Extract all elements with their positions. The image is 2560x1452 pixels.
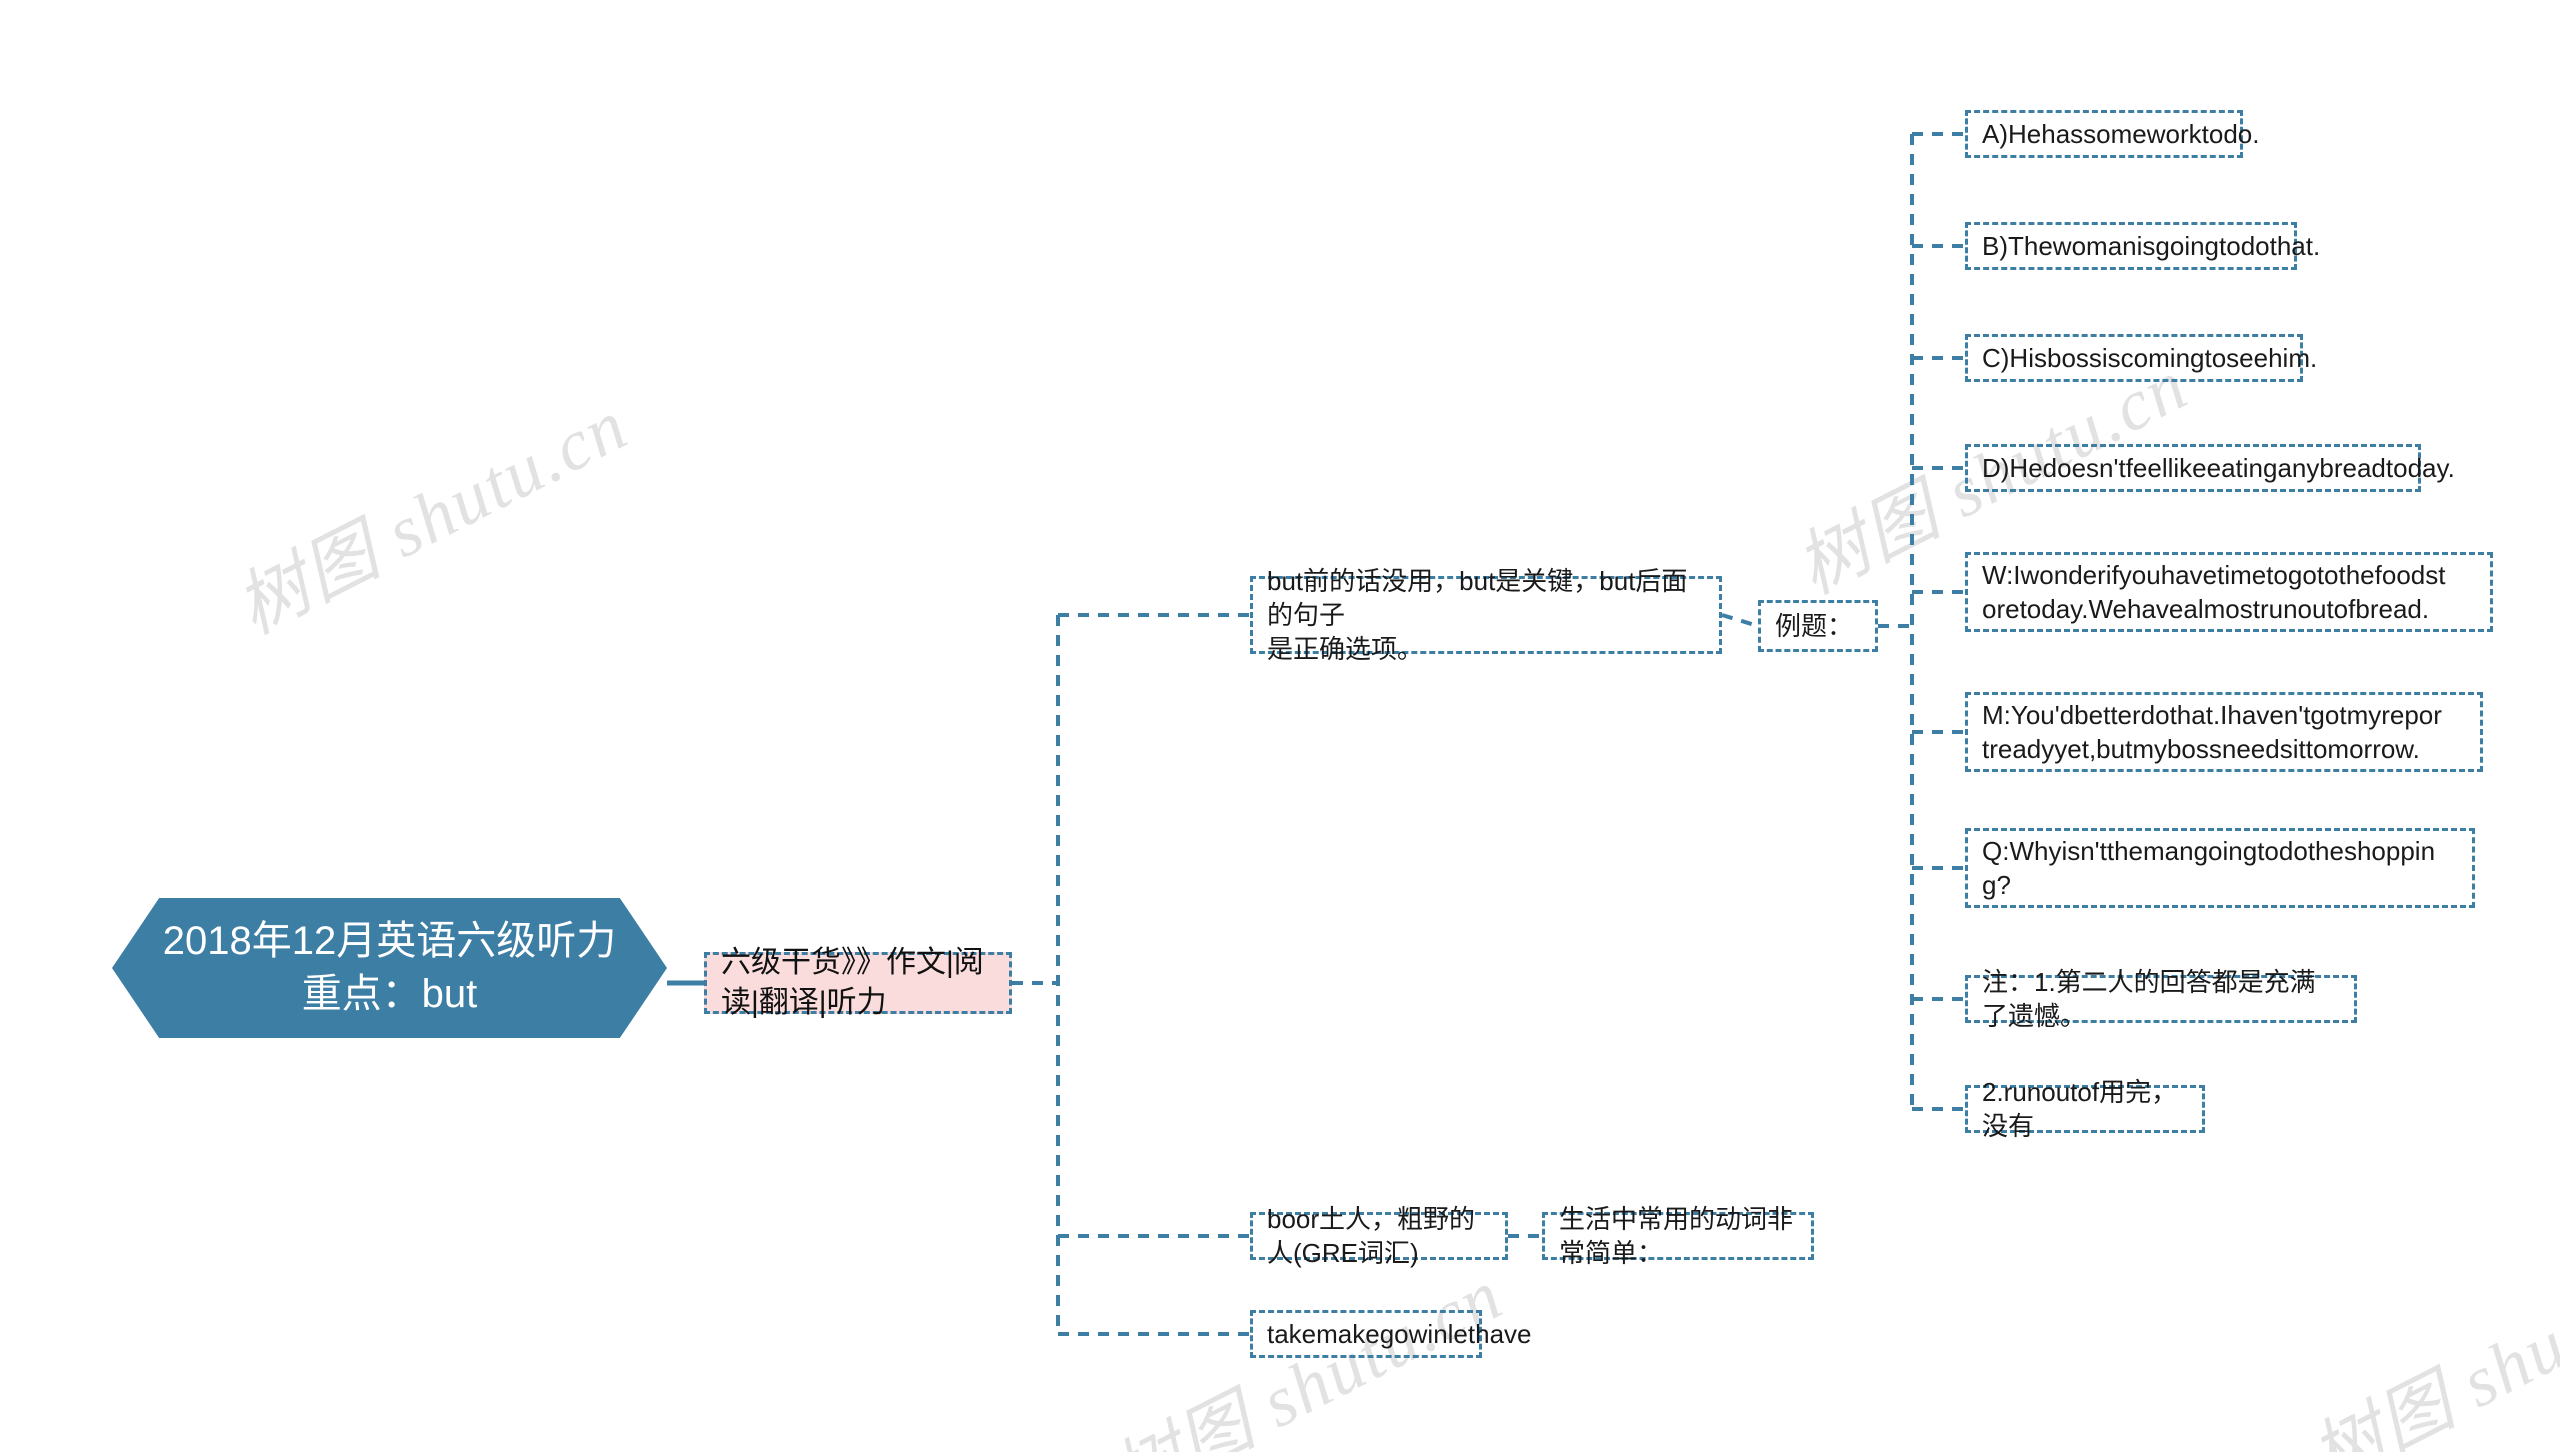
example-question[interactable]: Q:Whyisn'tthemangoingtodotheshoppin g? (1965, 828, 2475, 908)
topic-node[interactable]: 六级干货》》作文|阅读|翻译|听力 (704, 946, 1012, 1019)
example-note-1[interactable]: 注：1.第二人的回答都是充满了遗憾。 (1965, 967, 2357, 1031)
watermark: 树图 shutu.cn (224, 384, 640, 650)
example-option-c[interactable]: C)Hisbossiscomingtoseehim. (1965, 334, 2317, 382)
example-note-2[interactable]: 2.runoutof用完，没有 (1965, 1077, 2205, 1141)
example-dialogue-woman[interactable]: W:Iwonderifyouhavetimetogotothefoodst or… (1965, 552, 2493, 632)
example-dialogue-man[interactable]: M:You'dbetterdothat.Ihaven'tgotmyrepor t… (1965, 692, 2483, 772)
common-verbs-node[interactable]: 生活中常用的动词非常简单： (1542, 1204, 1814, 1268)
example-option-d[interactable]: D)Hedoesn'tfeellikeeatinganybreadtoday. (1965, 444, 2455, 492)
watermark: 树图 shutu.cn (2299, 1234, 2560, 1452)
but-rule-node[interactable]: but前的话没用，but是关键，but后面的句子 是正确选项。 (1250, 566, 1722, 664)
example-label-node[interactable]: 例题： (1758, 600, 1878, 652)
example-option-a[interactable]: A)Hehassomeworktodo. (1965, 110, 2259, 158)
boor-vocab-node[interactable]: boor土人，粗野的人(GRE词汇) (1250, 1204, 1508, 1268)
mindmap-canvas: 树图 shutu.cn 树图 shutu.cn 树图 shutu.cn 树图 s… (0, 0, 2560, 1452)
example-option-b[interactable]: B)Thewomanisgoingtodothat. (1965, 222, 2320, 270)
root-node[interactable]: 2018年12月英语六级听力 重点：but (112, 898, 667, 1038)
verbs-list-node[interactable]: takemakegowinlethave (1250, 1310, 1532, 1358)
